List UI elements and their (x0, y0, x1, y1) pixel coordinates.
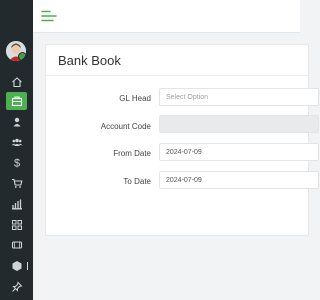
sidebar-item-inventory[interactable] (6, 257, 28, 275)
sidebar-item-users[interactable] (6, 133, 27, 151)
hamburger-menu-icon[interactable] (41, 10, 57, 22)
account-code-field[interactable] (159, 115, 319, 133)
dollar-icon: $ (13, 158, 19, 169)
top-bar (33, 0, 300, 33)
sidebar-item-home[interactable] (6, 73, 27, 91)
to-date-label: To Date (123, 177, 151, 186)
panel-icon (11, 241, 22, 249)
svg-text:$: $ (13, 158, 19, 169)
gl-head-label: GL Head (119, 94, 151, 103)
page-title: Bank Book (58, 53, 121, 68)
grid-icon (11, 220, 22, 230)
cart-icon (11, 178, 23, 188)
card-divider (46, 75, 308, 76)
from-date-label: From Date (113, 149, 151, 158)
to-date-input[interactable]: 2024-07-09 (159, 171, 319, 189)
home-icon (11, 77, 22, 88)
sidebar: $ (0, 0, 33, 300)
sidebar-item-accounts[interactable] (6, 92, 27, 110)
user-icon (13, 117, 20, 127)
sidebar-item-user[interactable] (6, 113, 27, 131)
gl-head-select[interactable]: Select Option (159, 88, 319, 106)
briefcase-icon (11, 96, 22, 107)
sidebar-item-reports[interactable] (6, 195, 27, 213)
sidebar-item-finance[interactable]: $ (6, 153, 27, 171)
sidebar-item-modules[interactable] (6, 216, 27, 234)
avatar[interactable] (6, 41, 26, 61)
from-date-input[interactable]: 2024-07-09 (159, 143, 319, 161)
expand-indicator (26, 262, 28, 270)
bar-chart-icon (11, 199, 22, 210)
sidebar-item-sales[interactable] (6, 174, 27, 192)
sidebar-item-pinned[interactable] (6, 278, 27, 296)
account-code-label: Account Code (100, 122, 151, 131)
sidebar-item-panel[interactable] (6, 236, 27, 254)
online-status-dot (18, 52, 26, 61)
bank-book-card: Bank Book GL Head Select Option Account … (45, 44, 319, 236)
pin-icon (11, 281, 22, 292)
cube-icon (12, 261, 21, 271)
users-icon (11, 138, 22, 146)
